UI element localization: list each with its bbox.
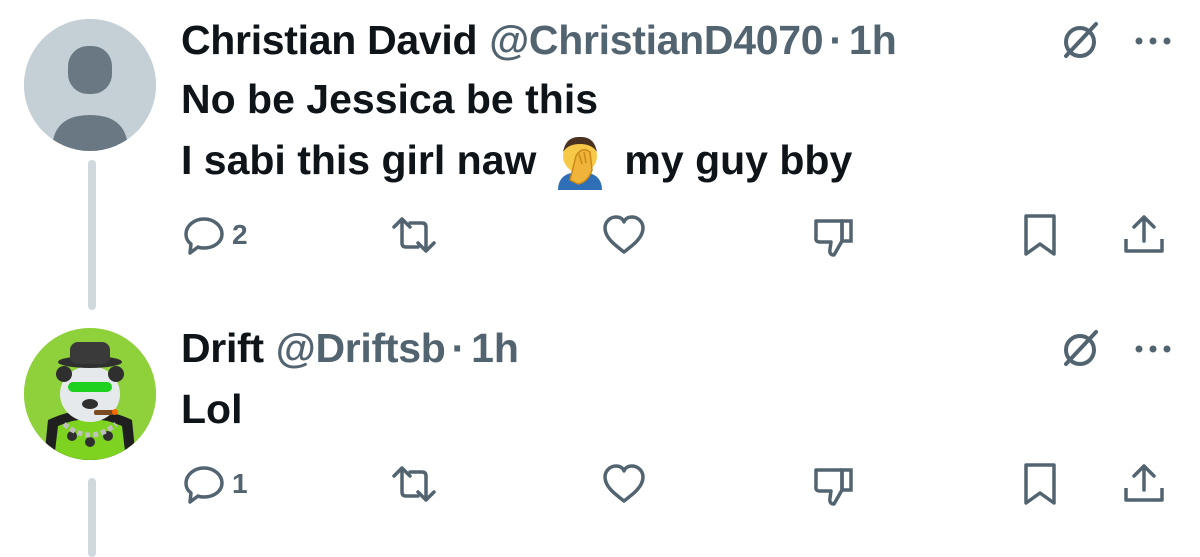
bookmark-button[interactable]	[1016, 211, 1064, 259]
thumbs-down-icon	[814, 219, 853, 257]
face-palm-emoji-icon	[558, 136, 603, 190]
grok-icon[interactable]	[1056, 16, 1104, 64]
share-icon	[1124, 215, 1164, 253]
dislike-button[interactable]	[810, 460, 858, 508]
tweet-text-line-2: I sabi this girl naw my guy bby	[181, 130, 852, 190]
share-icon	[1124, 464, 1164, 502]
bookmark-button[interactable]	[1016, 460, 1064, 508]
reply-button[interactable]: 2	[180, 211, 248, 259]
tweet-text-before-emoji: I sabi this girl naw	[181, 136, 537, 183]
like-button[interactable]	[600, 460, 648, 508]
retweet-icon	[392, 217, 436, 253]
bookmark-icon	[1024, 214, 1056, 256]
retweet-icon	[392, 466, 436, 502]
retweet-button[interactable]	[390, 460, 438, 508]
timestamp[interactable]: 1h	[471, 325, 519, 372]
separator-dot: ·	[451, 324, 466, 371]
tweet-text-after-emoji: my guy bby	[624, 136, 853, 183]
heart-icon	[603, 464, 645, 503]
more-icon[interactable]	[1130, 326, 1176, 372]
tweet-header: Drift @Driftsb · 1h	[181, 324, 519, 372]
tweet-text-line-1: Lol	[181, 385, 243, 432]
share-button[interactable]	[1120, 460, 1168, 508]
tweet[interactable]: Drift @Driftsb · 1h Lol 1	[0, 324, 1200, 557]
reply-icon	[184, 217, 224, 255]
user-handle[interactable]: @Driftsb	[276, 325, 446, 372]
default-avatar-icon	[24, 19, 156, 151]
display-name[interactable]: Drift	[181, 325, 264, 372]
share-button[interactable]	[1120, 211, 1168, 259]
reply-button[interactable]: 1	[180, 460, 248, 508]
more-icon[interactable]	[1130, 18, 1176, 64]
grok-icon[interactable]	[1056, 324, 1104, 372]
tweet-text-line-1: No be Jessica be this	[181, 75, 599, 122]
like-button[interactable]	[600, 211, 648, 259]
panda-with-hat-avatar-icon	[24, 328, 156, 460]
dislike-button[interactable]	[810, 211, 858, 259]
reply-count: 1	[232, 468, 248, 499]
tweet[interactable]: Christian David @ChristianD4070 · 1h No …	[0, 12, 1200, 312]
thumbs-down-icon	[814, 468, 853, 506]
retweet-button[interactable]	[390, 211, 438, 259]
user-handle[interactable]: @ChristianD4070	[489, 17, 823, 64]
tweet-header: Christian David @ChristianD4070 · 1h	[181, 16, 897, 64]
separator-dot: ·	[829, 16, 843, 63]
heart-icon	[603, 215, 645, 254]
display-name[interactable]: Christian David	[181, 17, 478, 64]
reply-icon	[184, 466, 224, 504]
timestamp[interactable]: 1h	[849, 17, 897, 64]
avatar[interactable]	[24, 328, 156, 460]
avatar[interactable]	[24, 19, 156, 151]
bookmark-icon	[1024, 463, 1056, 505]
reply-count: 2	[232, 219, 248, 250]
